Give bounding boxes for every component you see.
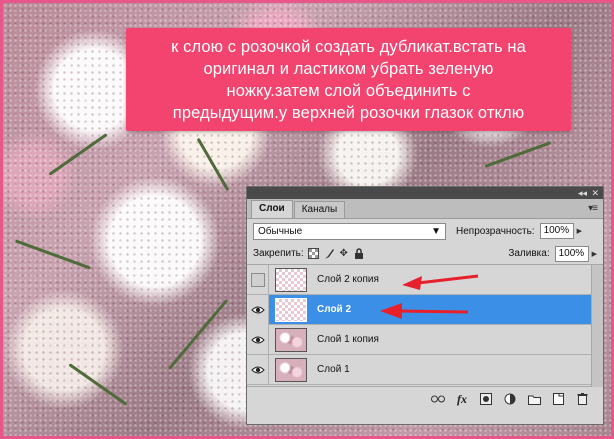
- flower-stem: [484, 141, 552, 168]
- flower-stem: [196, 137, 230, 192]
- instruction-line: оригинал и ластиком убрать зеленую: [203, 59, 494, 78]
- close-icon[interactable]: ✕: [591, 188, 599, 198]
- layer-thumbnail: [275, 297, 307, 322]
- instruction-line: ножку.затем слой объединить с: [226, 81, 471, 100]
- visibility-toggle[interactable]: [247, 324, 269, 355]
- fill-slider-icon[interactable]: ▶: [592, 250, 597, 258]
- layer-name: Слой 1: [317, 364, 350, 375]
- layer-name: Слой 1 копия: [317, 334, 379, 345]
- tab-channels[interactable]: Каналы: [293, 201, 346, 218]
- opacity-field[interactable]: 100%: [539, 223, 574, 239]
- adjustment-icon[interactable]: [503, 392, 517, 406]
- visibility-off-icon: [250, 272, 265, 287]
- flower-stem: [167, 299, 229, 370]
- flower-stem: [48, 133, 108, 176]
- tab-layers[interactable]: Слои: [251, 200, 293, 218]
- layer-row[interactable]: Слой 1: [247, 354, 591, 385]
- layer-row[interactable]: Слой 1 копия: [247, 324, 591, 355]
- new-layer-icon[interactable]: [551, 392, 565, 406]
- layer-name: Слой 2: [317, 304, 352, 315]
- trash-icon[interactable]: [575, 392, 589, 406]
- eye-icon: [250, 335, 265, 345]
- red-arrow-icon: [402, 274, 479, 290]
- panel-bottom-bar: fx: [247, 387, 603, 411]
- eye-icon: [250, 305, 265, 315]
- fill-label: Заливка:: [508, 248, 550, 259]
- lock-label: Закрепить:: [253, 248, 304, 259]
- fill-field[interactable]: 100%: [554, 245, 589, 262]
- folder-icon[interactable]: [527, 392, 541, 406]
- move-icon[interactable]: ✥: [338, 248, 350, 260]
- opacity-label: Непрозрачность:: [456, 225, 535, 237]
- brush-icon[interactable]: [323, 248, 335, 260]
- instruction-line: предыдущим.у верхней розочки глазок откл…: [172, 103, 525, 122]
- instruction-banner: к слою с розочкой создать дубликат.встат…: [126, 28, 571, 131]
- chevron-down-icon: ▼: [431, 225, 441, 237]
- visibility-toggle[interactable]: [247, 294, 269, 325]
- visibility-toggle[interactable]: [247, 354, 269, 385]
- flower-stem: [14, 239, 92, 270]
- link-icon[interactable]: [431, 392, 445, 406]
- layer-name: Слой 2 копия: [317, 274, 379, 285]
- panel-tabs: Слои Каналы ▾≡: [247, 199, 603, 219]
- panel-titlebar: ◂◂ ✕: [247, 187, 603, 199]
- flower-stem: [68, 363, 128, 406]
- layer-thumbnail: [275, 327, 307, 352]
- eye-icon: [250, 365, 265, 375]
- collapse-icon[interactable]: ◂◂: [578, 188, 587, 198]
- layer-thumbnail: [275, 357, 307, 382]
- blend-row: Обычные ▼ Непрозрачность: 100% ▶: [247, 219, 603, 243]
- lock-row: Закрепить: ✥ Заливка: 100% ▶: [247, 243, 603, 265]
- visibility-toggle[interactable]: [247, 264, 269, 295]
- layer-thumbnail: [275, 267, 307, 292]
- lock-icon[interactable]: [353, 247, 365, 260]
- mask-icon[interactable]: [479, 392, 493, 406]
- blend-mode-value: Обычные: [258, 225, 303, 237]
- instruction-line: к слою с розочкой создать дубликат.встат…: [171, 37, 526, 56]
- opacity-slider-icon[interactable]: ▶: [577, 227, 582, 235]
- red-arrow-icon: [380, 303, 469, 319]
- lock-transparent-icon[interactable]: [308, 248, 320, 260]
- blend-mode-select[interactable]: Обычные ▼: [253, 222, 446, 240]
- scrollbar[interactable]: [591, 265, 603, 387]
- panel-menu-icon[interactable]: ▾≡: [588, 203, 598, 214]
- fx-icon[interactable]: fx: [455, 392, 469, 406]
